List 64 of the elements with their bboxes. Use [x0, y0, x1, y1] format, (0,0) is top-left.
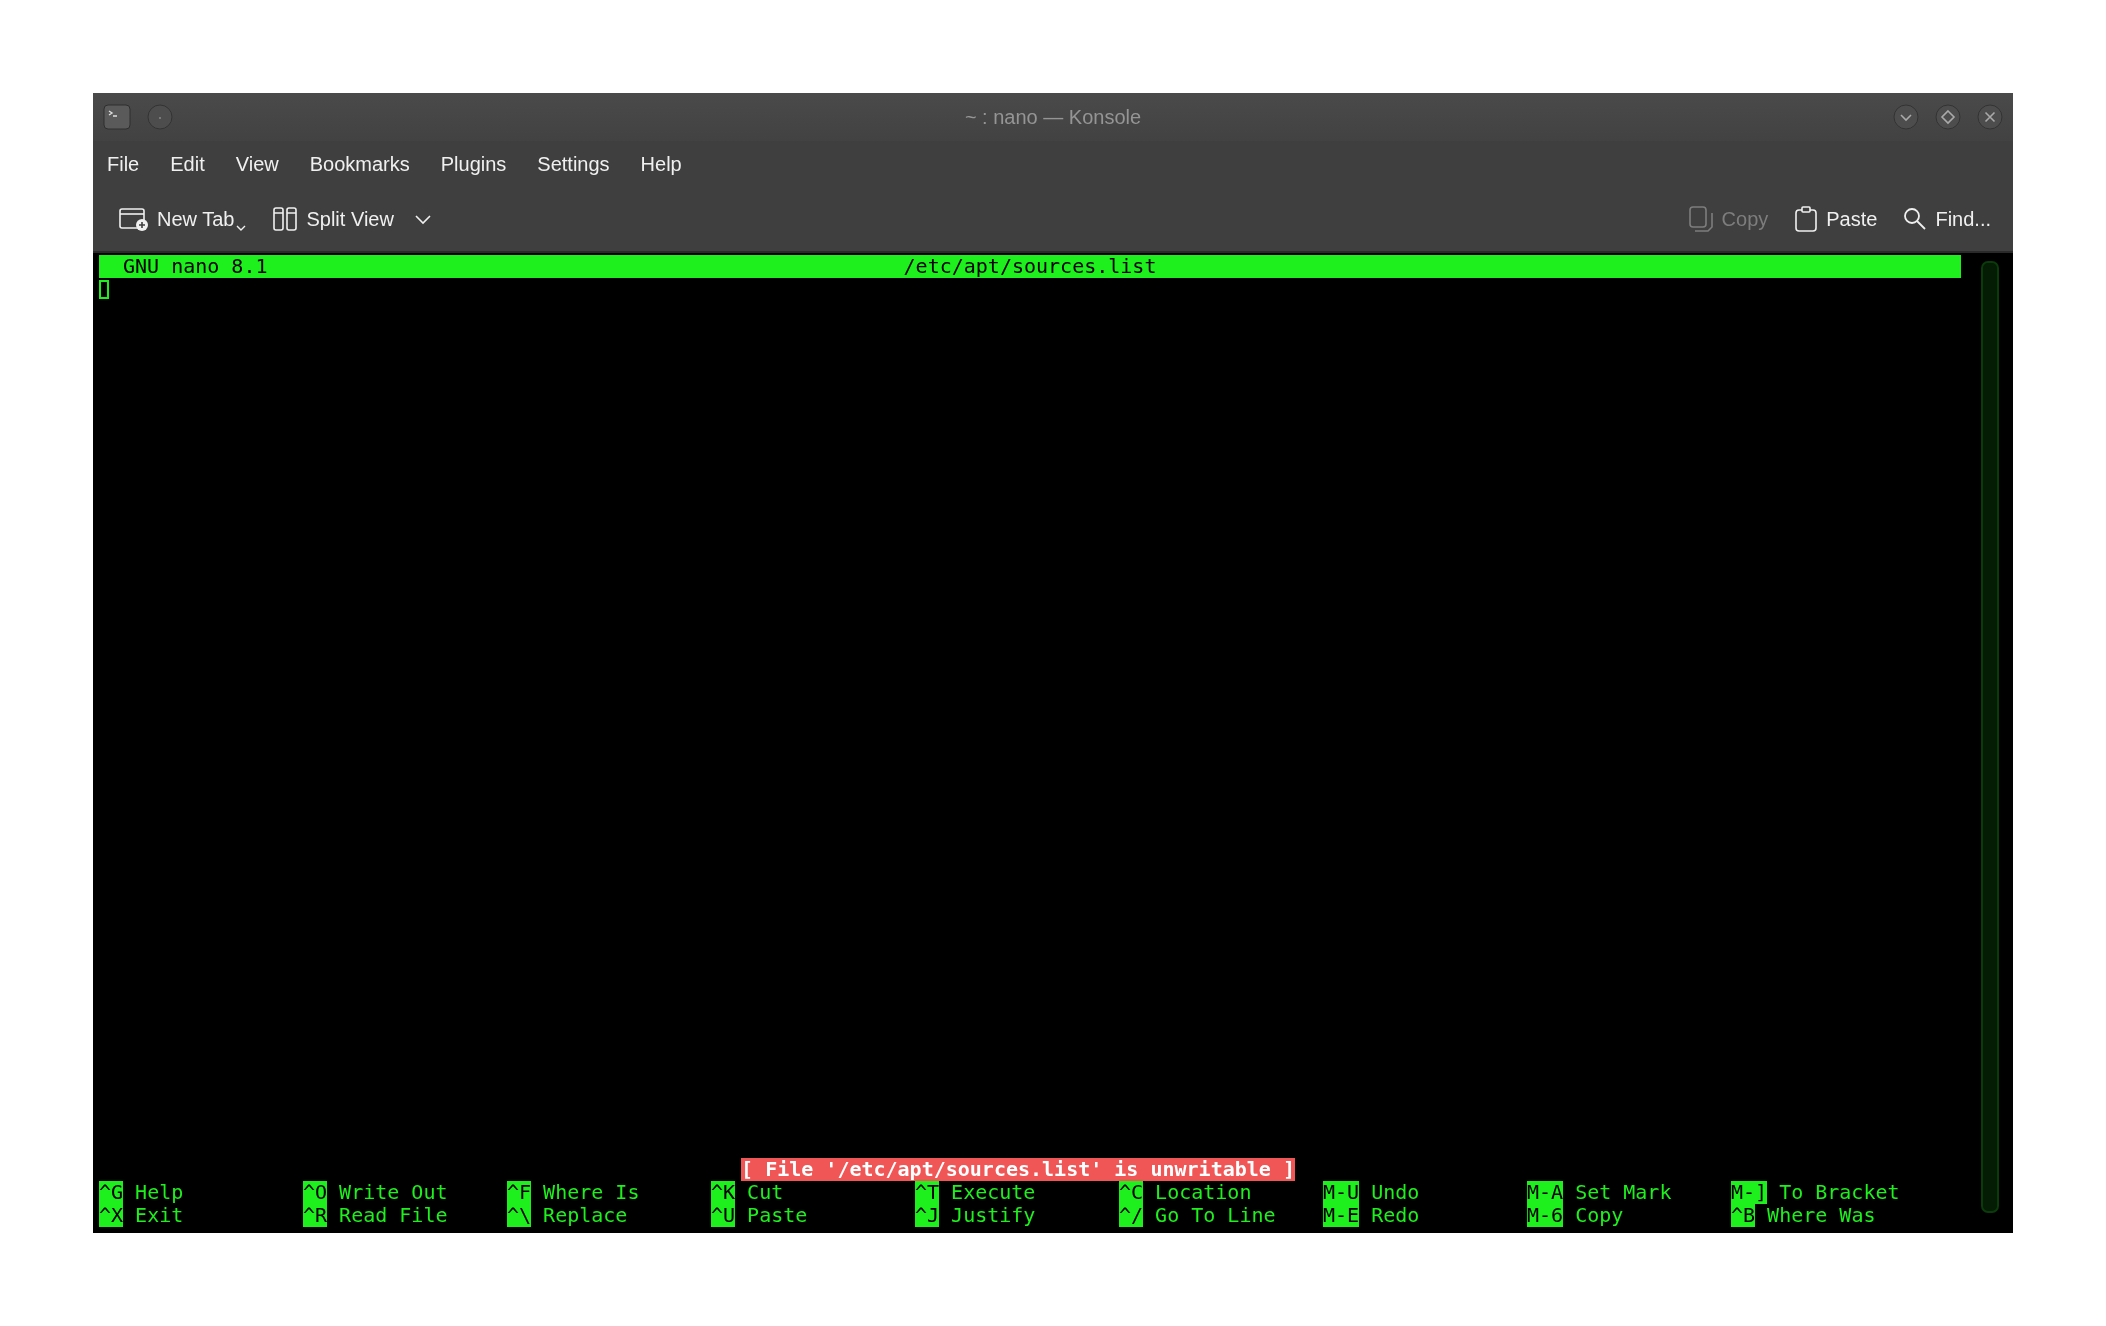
minimize-button[interactable] — [1893, 104, 1919, 130]
new-tab-icon — [119, 206, 149, 232]
search-icon — [1903, 207, 1928, 231]
shortcut-label: Location — [1155, 1181, 1252, 1204]
paste-button[interactable]: Paste — [1792, 201, 1880, 237]
shortcut-key: ^/ — [1119, 1204, 1144, 1227]
shortcut-label: Write Out — [339, 1181, 448, 1204]
close-button[interactable] — [1977, 104, 2003, 130]
status-message: [ File '/etc/apt/sources.list' is unwritable ] — [741, 1158, 1295, 1181]
menu-item[interactable]: View — [235, 146, 294, 182]
shortcut-key: ^F — [507, 1181, 532, 1204]
nano-version: GNU nano 8.1 — [122, 255, 268, 278]
shortcut-key: ^T — [915, 1181, 940, 1204]
terminal-icon[interactable] — [103, 104, 131, 130]
shortcut-label: Cut — [747, 1181, 784, 1204]
shortcut-key: ^K — [711, 1181, 736, 1204]
shortcut-label: Where Was — [1767, 1204, 1876, 1227]
shortcut-key: M-A — [1527, 1181, 1564, 1204]
shortcut-label: Help — [135, 1181, 184, 1204]
shortcut-key: ^O — [303, 1181, 328, 1204]
shortcut-label: Set Mark — [1575, 1181, 1672, 1204]
shortcut-label: Exit — [135, 1204, 184, 1227]
menu-item[interactable]: Bookmarks — [309, 146, 425, 182]
shortcut-label: Where Is — [543, 1181, 640, 1204]
shortcut-label: Undo — [1371, 1181, 1420, 1204]
clipboard-icon — [1794, 205, 1819, 233]
shortcut-key: ^B — [1731, 1204, 1756, 1227]
shortcut-label: Go To Line — [1155, 1204, 1276, 1227]
shortcut-key: M-6 — [1527, 1204, 1564, 1227]
shortcut-key: ^G — [99, 1181, 124, 1204]
shortcut-key: ^J — [915, 1204, 940, 1227]
scrollbar[interactable] — [1981, 261, 1999, 1213]
shortcut-key: ^C — [1119, 1181, 1144, 1204]
find-button[interactable]: Find... — [1901, 203, 1993, 235]
caret-icon — [236, 224, 247, 232]
shortcut-label: Justify — [951, 1204, 1036, 1227]
menu-item[interactable]: File — [107, 146, 155, 182]
shortcut-key: M-] — [1731, 1181, 1768, 1204]
file-name: /etc/apt/sources.list — [903, 255, 1157, 278]
shortcut-label: Copy — [1575, 1204, 1624, 1227]
window-title: ~ : nano — Konsole — [964, 105, 1142, 129]
shortcut-label: Replace — [543, 1204, 628, 1227]
new-tab-button[interactable]: New Tab — [117, 202, 249, 236]
menu-item[interactable]: Settings — [537, 146, 625, 182]
shortcut-key: ^\ — [507, 1204, 532, 1227]
shortcut-key: M-E — [1323, 1204, 1360, 1227]
split-view-icon — [272, 206, 299, 232]
menu-item[interactable]: Plugins — [440, 146, 522, 182]
caret-icon — [413, 213, 432, 225]
shortcut-key: ^X — [99, 1204, 124, 1227]
shortcut-key: ^R — [303, 1204, 328, 1227]
split-view-button[interactable]: Split View — [270, 202, 434, 236]
copy-icon — [1687, 205, 1714, 233]
shortcut-label: Execute — [951, 1181, 1036, 1204]
shortcut-label: To Bracket — [1779, 1181, 1900, 1204]
shortcut-label: Redo — [1371, 1204, 1420, 1227]
maximize-button[interactable] — [1935, 104, 1961, 130]
text-cursor — [99, 280, 109, 299]
menu-item[interactable]: Help — [640, 146, 697, 182]
shortcut-label: Read File — [339, 1204, 448, 1227]
menu-item[interactable]: Edit — [170, 146, 220, 182]
shortcut-key: ^U — [711, 1204, 736, 1227]
shortcut-label: Paste — [747, 1204, 808, 1227]
shortcut-key: M-U — [1323, 1181, 1360, 1204]
